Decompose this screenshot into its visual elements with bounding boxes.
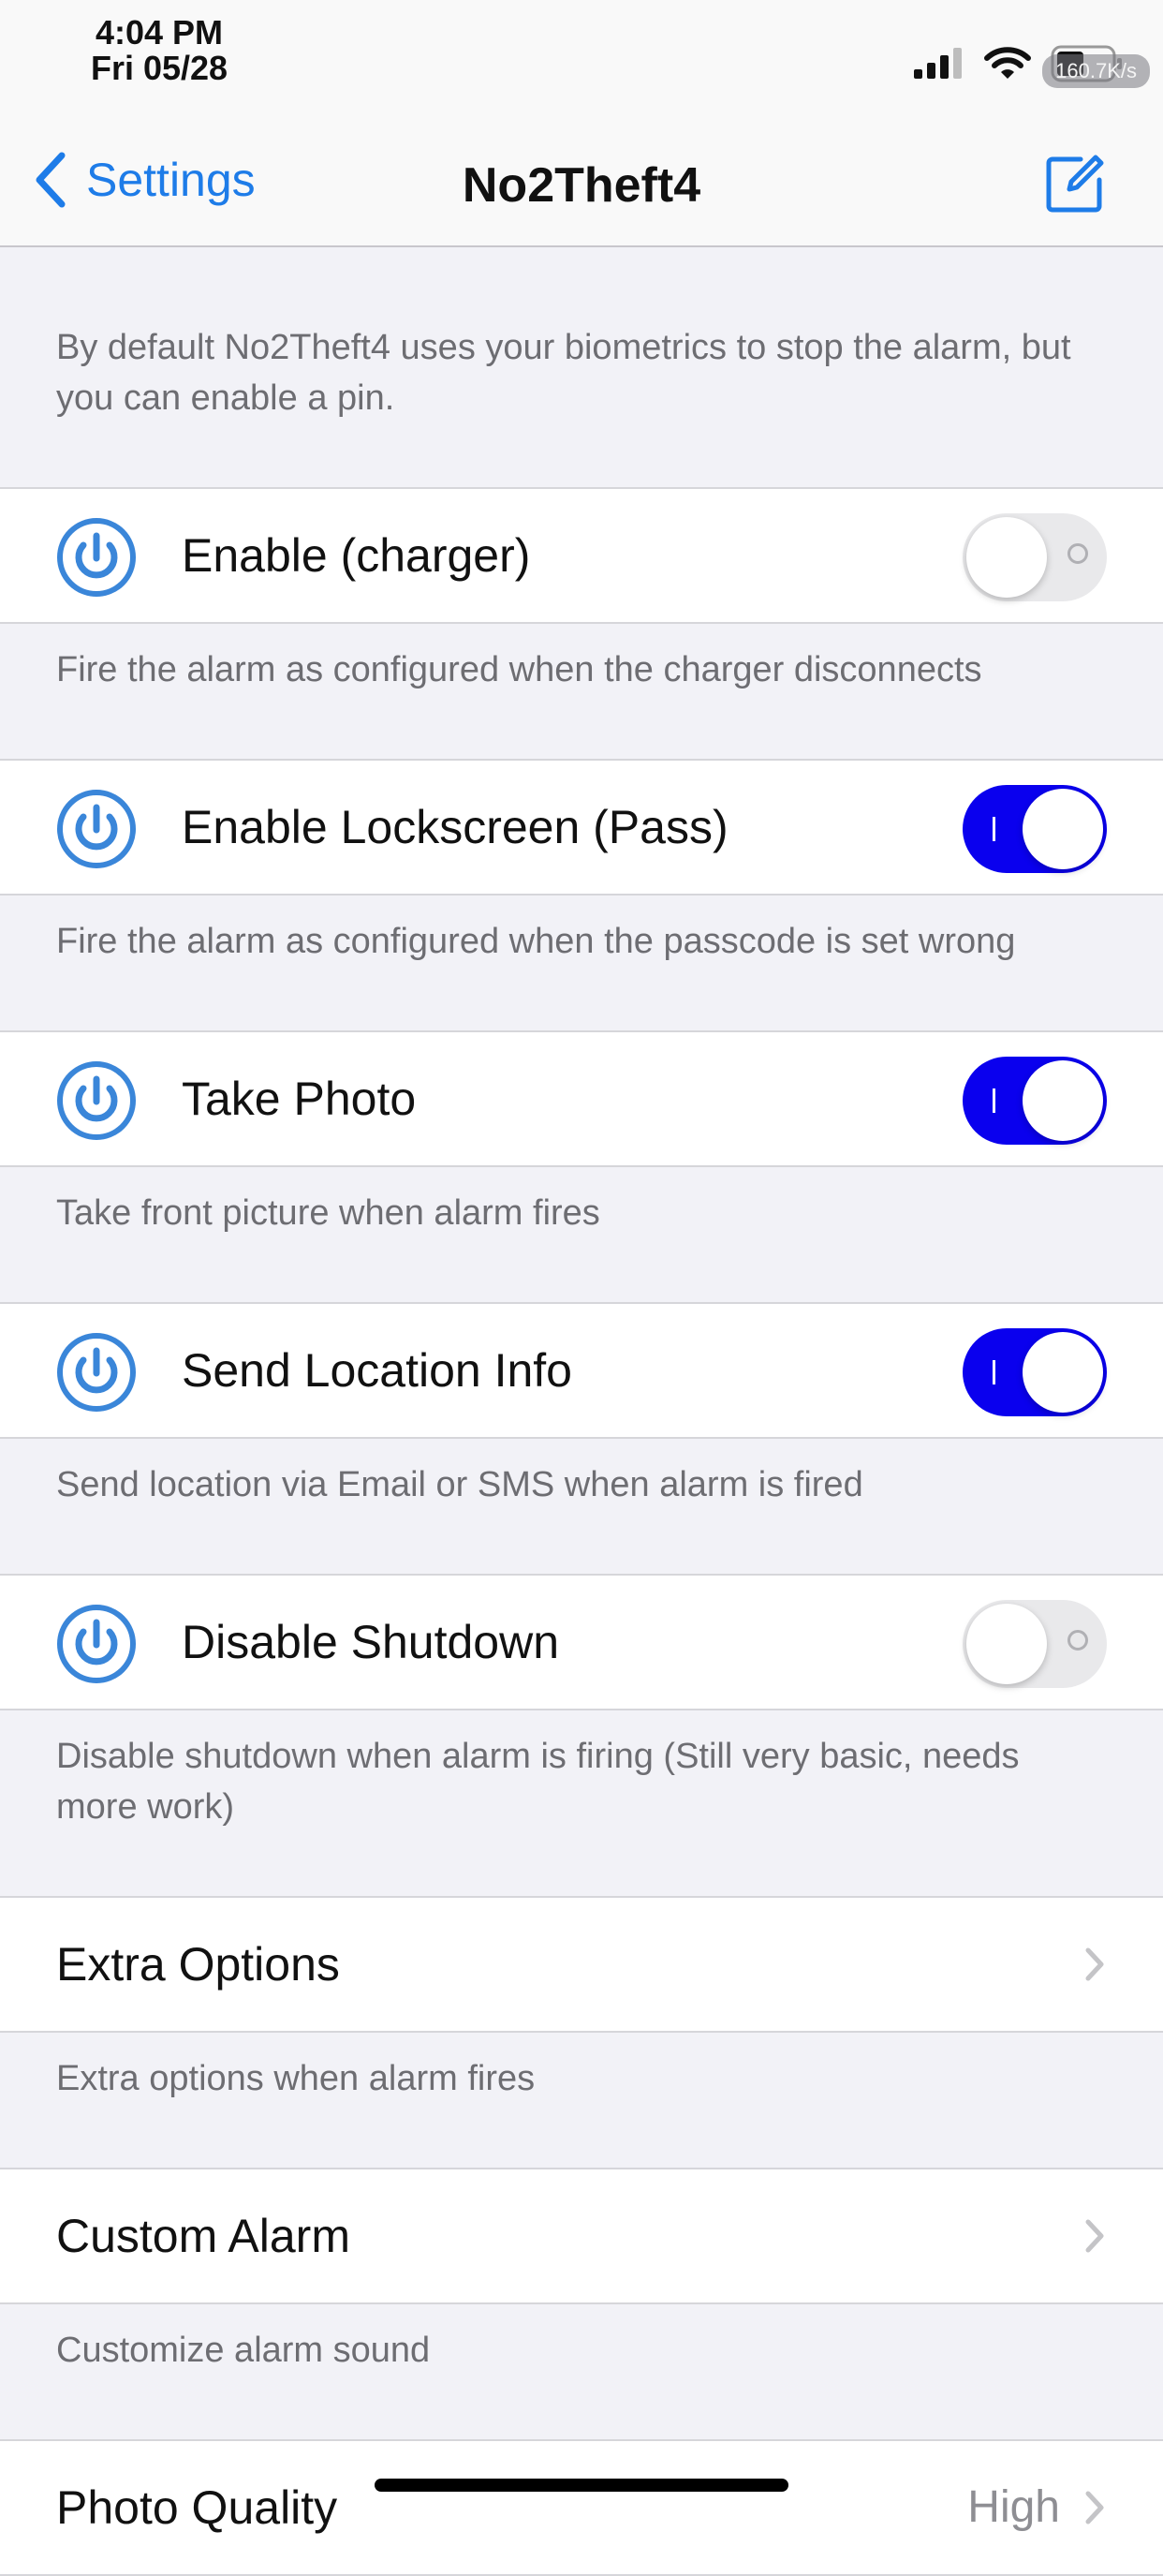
enable-charger-toggle[interactable] xyxy=(963,513,1107,601)
home-indicator xyxy=(375,2479,788,2492)
toggle-knob xyxy=(1023,789,1103,869)
row-label: Custom Alarm xyxy=(56,2210,350,2262)
row-footer: Disable shutdown when alarm is firing (S… xyxy=(56,1737,1020,1827)
row-footer: Fire the alarm as configured when the pa… xyxy=(56,922,1016,961)
row-extra-options[interactable]: Extra Options xyxy=(0,1896,1163,2033)
disable-shutdown-toggle[interactable] xyxy=(963,1600,1107,1688)
row-enable-charger: Enable (charger) xyxy=(0,487,1163,624)
row-label: Send Location Info xyxy=(182,1344,572,1397)
status-time: 4:04 PM xyxy=(95,13,224,52)
row-footer: Take front picture when alarm fires xyxy=(56,1193,600,1233)
intro-text: By default No2Theft4 uses your biometric… xyxy=(56,328,1071,418)
page-title: No2Theft4 xyxy=(462,158,701,213)
power-icon xyxy=(57,518,136,597)
wifi-icon xyxy=(984,47,1031,79)
row-disable-shutdown: Disable Shutdown xyxy=(0,1574,1163,1710)
toggle-off-mark xyxy=(1067,543,1088,564)
row-custom-alarm[interactable]: Custom Alarm xyxy=(0,2168,1163,2304)
toggle-knob xyxy=(1023,1060,1103,1141)
toggle-on-mark xyxy=(993,817,995,841)
row-footer: Extra options when alarm fires xyxy=(56,2059,536,2098)
power-icon xyxy=(57,1061,136,1140)
status-clock: 4:04 PM Fri 05/28 xyxy=(84,15,234,86)
chevron-right-icon xyxy=(1085,1947,1104,1981)
status-date: Fri 05/28 xyxy=(90,49,228,87)
row-send-location: Send Location Info xyxy=(0,1302,1163,1439)
row-label: Enable (charger) xyxy=(182,529,531,582)
chevron-right-icon xyxy=(1085,2219,1104,2253)
row-label: Enable Lockscreen (Pass) xyxy=(182,801,729,853)
status-indicators: 160.7K/s xyxy=(863,41,1163,97)
toggle-knob xyxy=(966,517,1047,598)
row-enable-lockscreen: Enable Lockscreen (Pass) xyxy=(0,759,1163,896)
row-photo-quality[interactable]: Photo Quality High xyxy=(0,2439,1163,2576)
row-footer: Customize alarm sound xyxy=(56,2331,431,2370)
send-location-toggle[interactable] xyxy=(963,1328,1107,1416)
row-label: Extra Options xyxy=(56,1938,340,1991)
toggle-knob xyxy=(966,1604,1047,1684)
navigation-bar: Settings No2Theft4 xyxy=(0,112,1163,247)
row-label: Photo Quality xyxy=(56,2481,338,2534)
network-speed-badge: 160.7K/s xyxy=(1042,54,1150,88)
power-icon xyxy=(57,1605,136,1683)
enable-lockscreen-toggle[interactable] xyxy=(963,785,1107,873)
row-footer: Fire the alarm as configured when the ch… xyxy=(56,650,982,689)
row-take-photo: Take Photo xyxy=(0,1030,1163,1167)
row-footer: Send location via Email or SMS when alar… xyxy=(56,1465,863,1504)
power-icon xyxy=(57,790,136,868)
status-bar: 4:04 PM Fri 05/28 160.7K/s xyxy=(0,0,1163,112)
toggle-on-mark xyxy=(993,1088,995,1113)
power-icon xyxy=(57,1333,136,1412)
row-label: Disable Shutdown xyxy=(182,1616,560,1668)
row-label: Take Photo xyxy=(182,1073,417,1125)
chevron-right-icon xyxy=(1085,2491,1104,2524)
toggle-on-mark xyxy=(993,1360,995,1384)
take-photo-toggle[interactable] xyxy=(963,1057,1107,1145)
compose-icon[interactable] xyxy=(1043,152,1107,215)
photo-quality-value: High xyxy=(967,2482,1060,2532)
toggle-off-mark xyxy=(1067,1630,1088,1651)
toggle-knob xyxy=(1023,1332,1103,1413)
signal-icon xyxy=(914,48,962,79)
settings-list: By default No2Theft4 uses your biometric… xyxy=(0,247,1163,2576)
